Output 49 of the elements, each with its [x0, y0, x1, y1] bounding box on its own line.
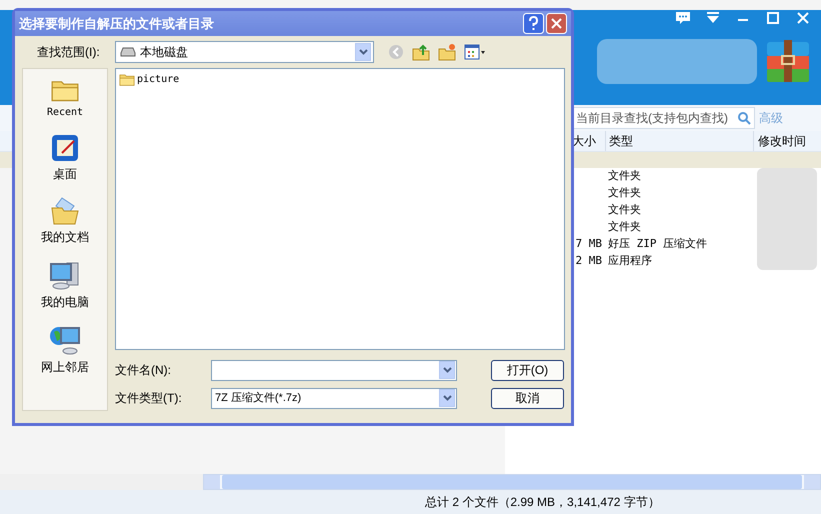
cancel-button[interactable]: 取消 [491, 388, 564, 408]
dropdown-button[interactable] [439, 389, 455, 407]
look-in-label: 查找范围(I): [37, 44, 101, 61]
place-item[interactable]: 我的电脑 [41, 259, 89, 311]
file-type-dropdown[interactable]: 7Z 压缩文件(*.7z) [211, 388, 457, 408]
column-header[interactable]: 类型 [606, 131, 754, 151]
table-cell-text: 好压 ZIP 压缩文件 [608, 236, 708, 252]
dropdown-button[interactable] [355, 43, 371, 61]
chevron-down-icon [442, 367, 452, 373]
search-icon[interactable] [737, 111, 751, 125]
file-item[interactable]: picture [119, 72, 180, 87]
new-folder-icon[interactable] [438, 43, 456, 61]
documents-folder-icon [50, 196, 80, 226]
chevron-down-icon [442, 395, 452, 401]
file-name-field[interactable] [211, 360, 457, 380]
close-icon[interactable] [795, 10, 811, 26]
table-cell-text: 2 MB [576, 253, 602, 270]
place-item[interactable]: 网上邻居 [41, 324, 89, 376]
window-title: 选择要制作自解压的文件或者目录 [19, 14, 215, 33]
table-cell-text: 文件夹 [608, 185, 642, 202]
table-cell-text: 文件夹 [608, 168, 642, 184]
column-header[interactable]: 修改时间 [754, 131, 806, 151]
desktop-icon [50, 133, 80, 163]
chevron-down-icon [358, 49, 368, 55]
look-in-value: 本地磁盘 [140, 44, 189, 61]
table-cell-text: 文件夹 [608, 202, 642, 218]
place-item[interactable]: 我的文档 [41, 196, 89, 246]
maximize-icon[interactable] [765, 10, 781, 26]
up-folder-icon[interactable] [412, 43, 430, 61]
folder-icon [119, 73, 135, 86]
place-item[interactable]: Recent [46, 77, 84, 120]
close-icon[interactable] [546, 13, 567, 34]
status-text: 总计 2 个文件（2.99 MB，3,141,472 字节） [425, 494, 660, 511]
open-button[interactable]: 打开(O) [491, 360, 564, 380]
archive-logo-icon [765, 38, 811, 84]
place-item[interactable]: 桌面 [50, 133, 80, 183]
look-in-dropdown[interactable]: 本地磁盘 [115, 41, 374, 63]
file-name-label: 文件名(N): [115, 362, 172, 379]
file-type-label: 文件类型(T): [115, 390, 183, 407]
view-menu-icon[interactable] [464, 44, 486, 60]
network-computer-icon [49, 324, 81, 356]
chat-bubble-icon[interactable] [675, 10, 691, 26]
table-cell-text: 文件夹 [608, 219, 642, 236]
help-icon[interactable] [523, 13, 544, 34]
table-cell-text: 7 MB [576, 236, 602, 252]
table-cell-text: 应用程序 [608, 253, 653, 270]
dropdown-button[interactable] [439, 361, 455, 379]
drive-icon [120, 47, 136, 57]
search-field[interactable]: 当前目录查找(支持包内查找) [572, 107, 755, 129]
